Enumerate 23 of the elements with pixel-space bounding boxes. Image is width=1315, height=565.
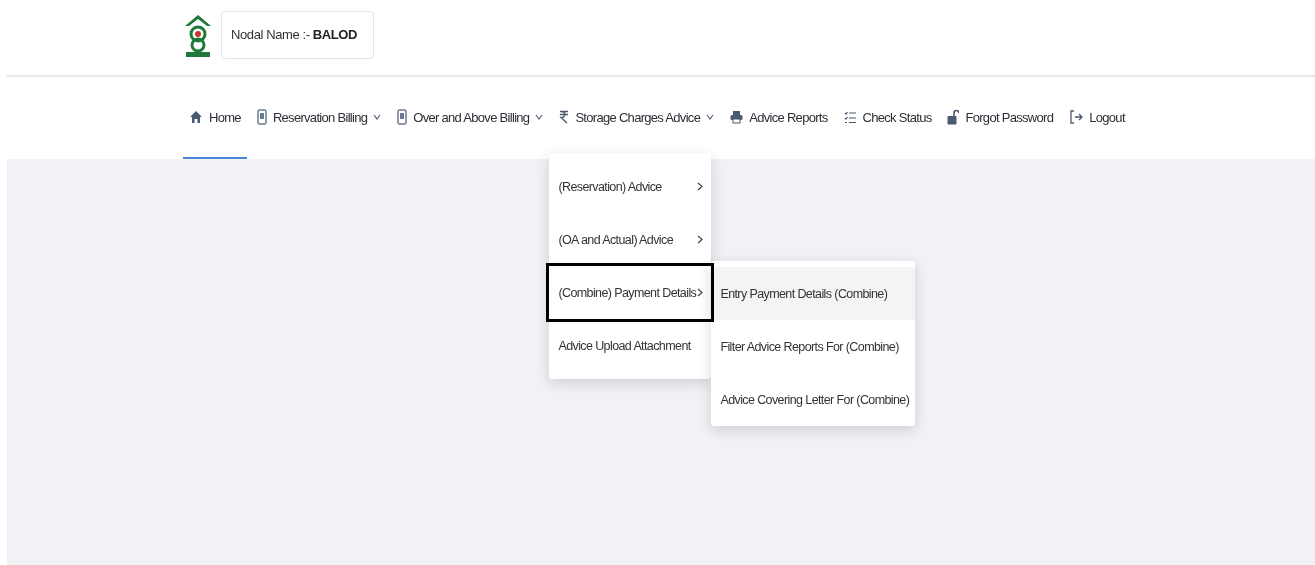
document-icon [256, 109, 267, 125]
home-icon [189, 110, 203, 124]
menu-item[interactable]: (Combine) Payment Details [549, 266, 712, 319]
nav-link[interactable]: Advice Reports [724, 77, 834, 159]
submenu-item[interactable]: Advice Covering Letter For (Combine) [711, 373, 916, 426]
printer-icon [730, 110, 744, 124]
menu-item[interactable]: Advice Upload Attachment [549, 319, 712, 372]
rupee-icon [559, 110, 570, 124]
nodal-name-label: Nodal Name :- BALOD [221, 10, 375, 59]
logout-icon [1069, 110, 1084, 124]
nav-link[interactable]: Check Status [837, 77, 938, 159]
submenu-item[interactable]: Entry Payment Details (Combine) [711, 267, 916, 320]
document-icon [397, 109, 408, 125]
menu-item[interactable]: (OA and Actual) Advice [549, 213, 712, 266]
nav-link[interactable]: Over and Above Billing [391, 77, 550, 159]
checklist-icon [843, 110, 857, 124]
open-lock-icon [947, 109, 960, 125]
submenu-item[interactable]: Filter Advice Reports For (Combine) [711, 320, 916, 373]
menu-item[interactable]: (Reservation) Advice [549, 160, 712, 213]
nav-link[interactable]: Logout [1063, 77, 1131, 159]
nav-link[interactable]: Reservation Billing [250, 77, 388, 159]
nav-link[interactable]: Storage Charges Advice [553, 77, 721, 159]
nav-link[interactable]: Forgot Password [941, 77, 1060, 159]
